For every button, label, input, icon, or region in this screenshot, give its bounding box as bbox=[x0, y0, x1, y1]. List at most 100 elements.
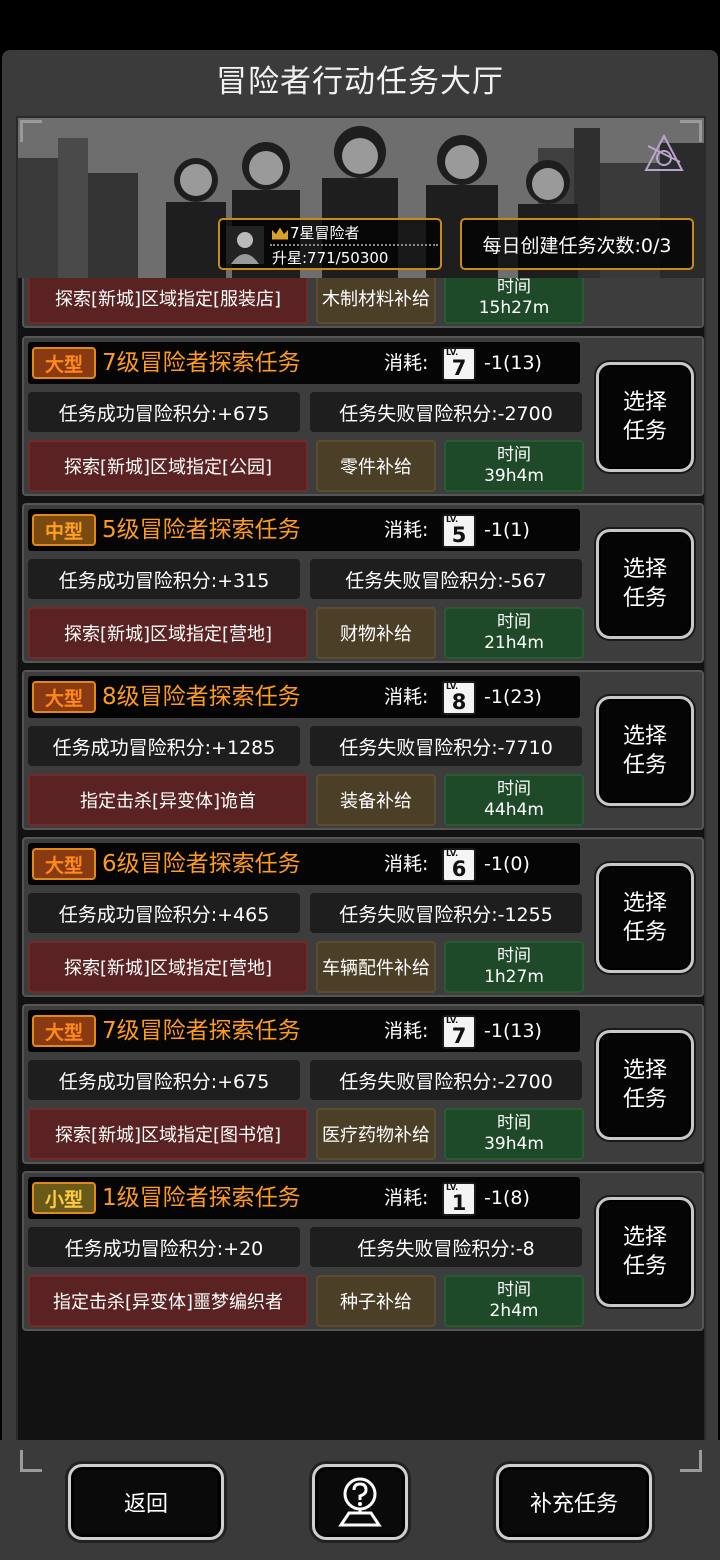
select-label: 任务 bbox=[622, 753, 667, 778]
task-time: 时间 44h4m bbox=[444, 774, 584, 826]
fail-score: 任务失败冒险积分:-1255 bbox=[310, 893, 582, 933]
select-task-button[interactable]: 选择 任务 bbox=[596, 1197, 694, 1307]
select-task-button[interactable]: 选择 任务 bbox=[596, 696, 694, 806]
crown-icon bbox=[272, 227, 288, 240]
cost-value: -1(13) bbox=[484, 352, 542, 374]
task-time: 时间 39h4m bbox=[444, 1108, 584, 1160]
task-size-badge: 大型 bbox=[32, 347, 96, 379]
cost-label: 消耗: bbox=[384, 1187, 429, 1209]
success-score: 任务成功冒险积分:+315 bbox=[28, 559, 300, 599]
time-label: 时间 bbox=[497, 1280, 531, 1300]
success-score: 任务成功冒险积分:+20 bbox=[28, 1227, 300, 1267]
rank-title-text: 7星冒险者 bbox=[290, 224, 360, 242]
task-size-badge: 大型 bbox=[32, 848, 96, 880]
task-header: 大型 6级冒险者探索任务 消耗: LV. 6 -1(0) bbox=[28, 843, 580, 885]
task-card: 大型 8级冒险者探索任务 消耗: LV. 8 -1(23) 任务成功冒险积分:+1… bbox=[22, 670, 704, 830]
task-card: 大型 7级冒险者探索任务 消耗: LV. 7 -1(13) 任务成功冒险积分:+6… bbox=[22, 336, 704, 496]
select-label: 选择 bbox=[622, 1225, 667, 1250]
select-task-button[interactable]: 选择 任务 bbox=[596, 362, 694, 472]
cost-label: 消耗: bbox=[384, 519, 429, 541]
question-map-icon bbox=[338, 1477, 382, 1527]
back-button[interactable]: 返回 bbox=[68, 1464, 224, 1540]
divider bbox=[270, 244, 438, 246]
task-title: 6级冒险者探索任务 bbox=[102, 851, 301, 877]
fail-score: 任务失败冒险积分:-7710 bbox=[310, 726, 582, 766]
task-target: 探索[新城]区域指定[营地] bbox=[28, 941, 308, 993]
adventurer-rank-panel[interactable]: 7星冒险者 升星:771/50300 bbox=[218, 218, 442, 270]
select-label: 任务 bbox=[622, 419, 667, 444]
corner-ornament bbox=[20, 1450, 42, 1472]
task-target: 指定击杀[异变体]噩梦编织者 bbox=[28, 1275, 308, 1327]
level-card-icon: LV. 7 bbox=[442, 347, 476, 381]
fail-score: 任务失败冒险积分:-8 bbox=[310, 1227, 582, 1267]
cost-value: -1(23) bbox=[484, 686, 542, 708]
task-card: 大型 6级冒险者探索任务 消耗: LV. 6 -1(0) 任务成功冒险积分:+46… bbox=[22, 837, 704, 997]
task-size-badge: 大型 bbox=[32, 681, 96, 713]
select-task-button[interactable]: 选择 任务 bbox=[596, 863, 694, 973]
task-target: 探索[新城]区域指定[服装店] bbox=[28, 272, 308, 324]
cost-label: 消耗: bbox=[384, 352, 429, 374]
task-title: 8级冒险者探索任务 bbox=[102, 684, 301, 710]
select-task-button[interactable]: 选择 任务 bbox=[596, 1030, 694, 1140]
task-header: 小型 1级冒险者探索任务 消耗: LV. 1 -1(8) bbox=[28, 1177, 580, 1219]
cost-label: 消耗: bbox=[384, 1020, 429, 1042]
page-title: 冒险者行动任务大厅 bbox=[216, 63, 504, 100]
adventurer-banner: 7星冒险者 升星:771/50300 每日创建任务次数:0/3 bbox=[18, 118, 704, 278]
task-supply: 医疗药物补给 bbox=[316, 1108, 436, 1160]
task-supply: 财物补给 bbox=[316, 607, 436, 659]
help-button[interactable] bbox=[312, 1464, 408, 1540]
cost-value: -1(8) bbox=[484, 1187, 530, 1209]
corner-ornament bbox=[680, 120, 702, 142]
cost-label: 消耗: bbox=[384, 853, 429, 875]
task-list[interactable]: 探索[新城]区域指定[服装店] 木制材料补给 时间 15h27m 大型 7级冒险… bbox=[18, 118, 704, 1474]
task-time: 时间 39h4m bbox=[444, 440, 584, 492]
task-supply: 装备补给 bbox=[316, 774, 436, 826]
corner-ornament bbox=[20, 120, 42, 142]
task-time: 时间 1h27m bbox=[444, 941, 584, 993]
cost-value: -1(13) bbox=[484, 1020, 542, 1042]
task-card: 大型 7级冒险者探索任务 消耗: LV. 7 -1(13) 任务成功冒险积分:+6… bbox=[22, 1004, 704, 1164]
task-panel: 探索[新城]区域指定[服装店] 木制材料补给 时间 15h27m 大型 7级冒险… bbox=[16, 116, 706, 1476]
daily-create-count: 每日创建任务次数:0/3 bbox=[460, 218, 694, 270]
task-target: 探索[新城]区域指定[公园] bbox=[28, 440, 308, 492]
select-label: 任务 bbox=[622, 1254, 667, 1279]
fail-score: 任务失败冒险积分:-567 bbox=[310, 559, 582, 599]
task-hall-window: 冒险者行动任务大厅 探索[新城]区域指定[服装店] 木制材料补给 时间 15h2… bbox=[2, 50, 718, 1476]
select-label: 选择 bbox=[622, 724, 667, 749]
task-title: 7级冒险者探索任务 bbox=[102, 1018, 301, 1044]
task-header: 中型 5级冒险者探索任务 消耗: LV. 5 -1(1) bbox=[28, 509, 580, 551]
task-supply: 种子补给 bbox=[316, 1275, 436, 1327]
time-label: 时间 bbox=[497, 946, 531, 966]
success-score: 任务成功冒险积分:+465 bbox=[28, 893, 300, 933]
task-time: 时间 15h27m bbox=[444, 272, 584, 324]
success-score: 任务成功冒险积分:+675 bbox=[28, 392, 300, 432]
time-label: 时间 bbox=[497, 1113, 531, 1133]
refill-tasks-button[interactable]: 补充任务 bbox=[496, 1464, 652, 1540]
fail-score: 任务失败冒险积分:-2700 bbox=[310, 1060, 582, 1100]
level-number: 5 bbox=[451, 523, 467, 547]
select-label: 任务 bbox=[622, 1087, 667, 1112]
task-card: 中型 5级冒险者探索任务 消耗: LV. 5 -1(1) 任务成功冒险积分:+31… bbox=[22, 503, 704, 663]
level-number: 1 bbox=[451, 1191, 467, 1215]
task-size-badge: 小型 bbox=[32, 1182, 96, 1214]
time-label: 时间 bbox=[497, 779, 531, 799]
task-time: 时间 21h4m bbox=[444, 607, 584, 659]
rank-title: 7星冒险者 bbox=[272, 222, 360, 243]
cost-value: -1(0) bbox=[484, 853, 530, 875]
level-number: 7 bbox=[451, 1024, 467, 1048]
time-value: 15h27m bbox=[478, 298, 550, 318]
level-card-icon: LV. 1 bbox=[442, 1182, 476, 1216]
select-label: 选择 bbox=[622, 891, 667, 916]
level-card-icon: LV. 6 bbox=[442, 848, 476, 882]
task-size-badge: 中型 bbox=[32, 514, 96, 546]
task-target: 指定击杀[异变体]诡首 bbox=[28, 774, 308, 826]
select-label: 选择 bbox=[622, 390, 667, 415]
time-value: 21h4m bbox=[484, 633, 544, 653]
time-label: 时间 bbox=[497, 445, 531, 465]
level-card-icon: LV. 8 bbox=[442, 681, 476, 715]
select-task-button[interactable]: 选择 任务 bbox=[596, 529, 694, 639]
time-value: 1h27m bbox=[484, 967, 544, 987]
corner-ornament bbox=[680, 1450, 702, 1472]
level-card-icon: LV. 5 bbox=[442, 514, 476, 548]
cost-value: -1(1) bbox=[484, 519, 530, 541]
